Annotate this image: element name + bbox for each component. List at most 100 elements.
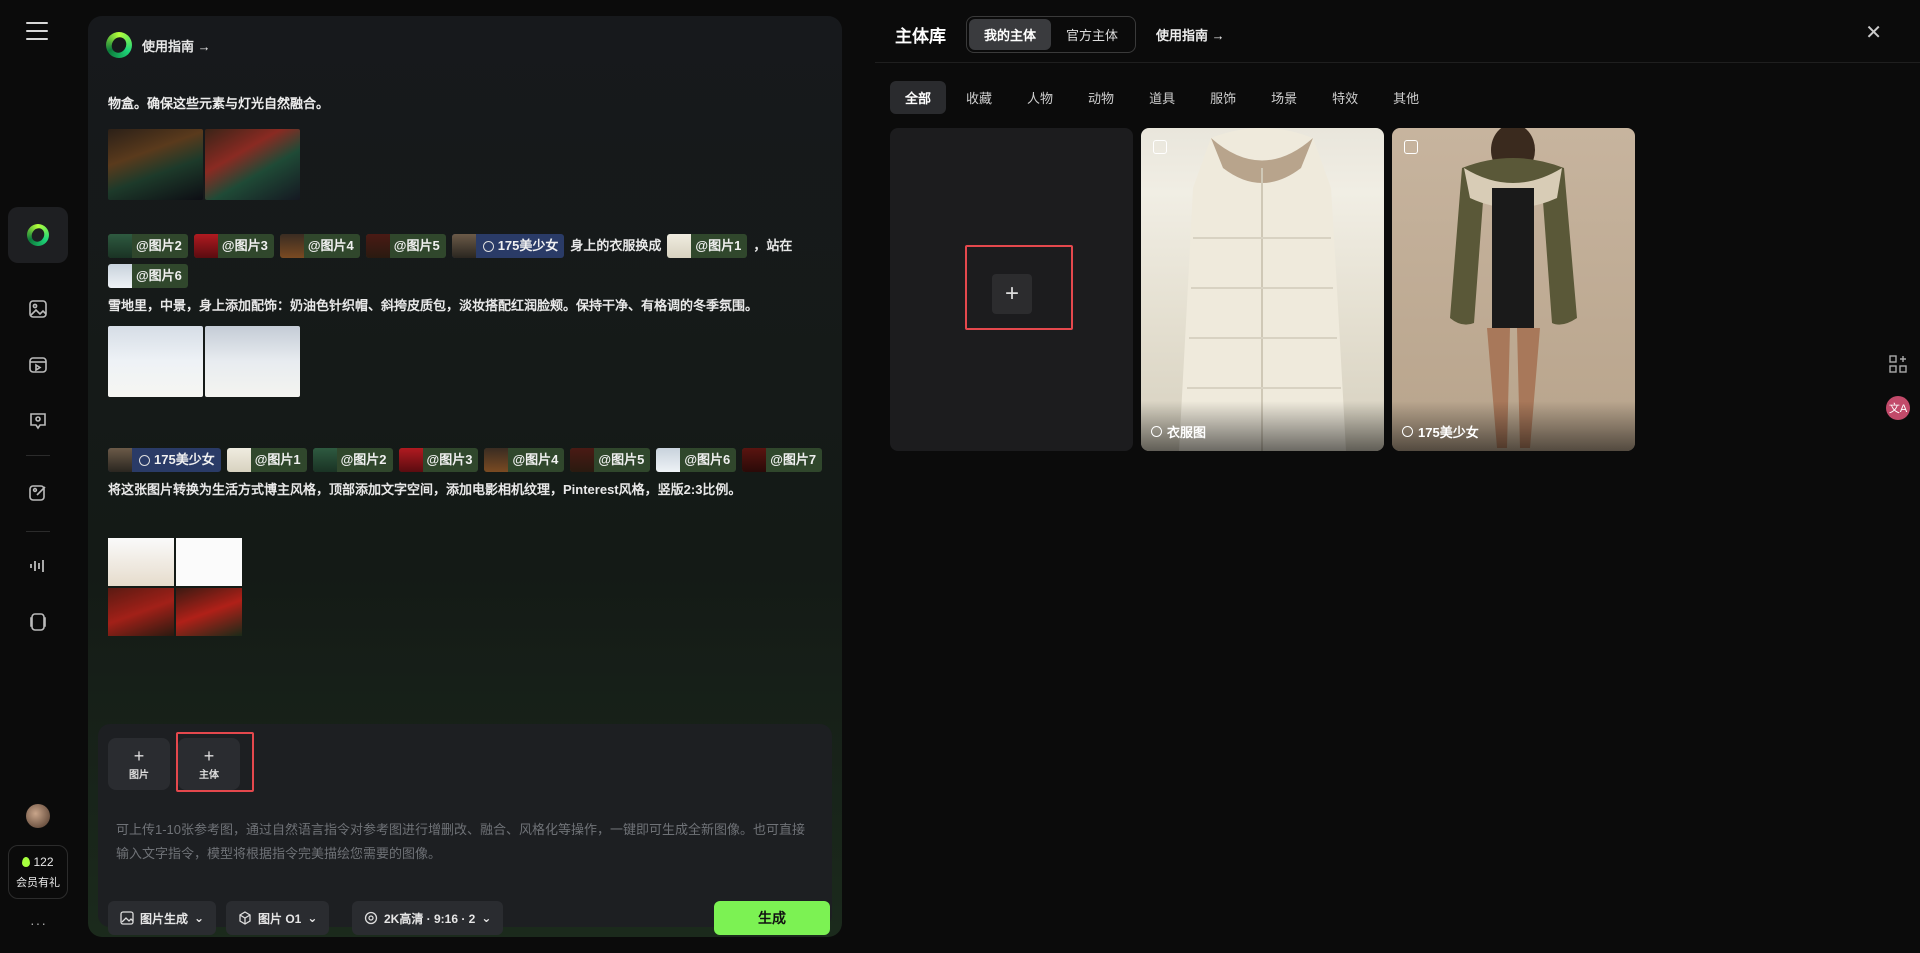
left-rail: 122 会员有礼 ···	[0, 0, 76, 953]
library-guide-link[interactable]: 使用指南 →	[1156, 25, 1225, 44]
divider	[26, 455, 50, 456]
nav-assets-icon[interactable]	[26, 610, 50, 634]
image-ref-chip[interactable]: @图片1	[226, 448, 307, 472]
subject-ref-chip[interactable]: 175美少女	[108, 448, 221, 472]
image-ref-chip[interactable]: @图片3	[193, 234, 274, 258]
select-checkbox[interactable]	[1153, 140, 1167, 154]
composer: + 图片 + 主体 可上传1-10张参考图，通过自然语言指令对参考图进行增删改、…	[98, 724, 832, 935]
app-logo-icon	[27, 224, 49, 246]
image-ref-chip[interactable]: @图片5	[570, 448, 651, 472]
result-image[interactable]	[108, 588, 174, 636]
category-tabs: 全部 收藏 人物 动物 道具 服饰 场景 特效 其他	[890, 81, 1434, 114]
result-image[interactable]	[108, 129, 203, 200]
layout-add-icon[interactable]	[1886, 352, 1910, 376]
category-effects[interactable]: 特效	[1317, 81, 1373, 114]
app-logo-icon	[106, 32, 132, 58]
tab-official-subjects[interactable]: 官方主体	[1051, 19, 1133, 50]
result-image[interactable]	[108, 326, 203, 397]
nav-audio-icon[interactable]	[26, 554, 50, 578]
result-image[interactable]	[205, 129, 300, 200]
settings-select[interactable]: 2K高清 · 9:16 · 2 ⌄	[352, 901, 504, 935]
translate-icon[interactable]: 文A	[1886, 396, 1910, 420]
prompt-text: 身上的衣服换成	[570, 238, 662, 253]
category-favorites[interactable]: 收藏	[951, 81, 1007, 114]
subject-card[interactable]: 衣服图	[1141, 128, 1384, 451]
image-ref-chip[interactable]: @图片4	[484, 448, 565, 472]
nav-avatar-icon[interactable]	[26, 409, 50, 433]
category-people[interactable]: 人物	[1012, 81, 1068, 114]
prompt-text: 将这张图片转换为生活方式博主风格，顶部添加文字空间，添加电影相机纹理，Pinte…	[108, 482, 742, 497]
image-ref-chip[interactable]: @图片6	[108, 264, 188, 288]
select-checkbox[interactable]	[1404, 140, 1418, 154]
result-image[interactable]	[205, 326, 300, 397]
divider	[875, 62, 1920, 63]
prompt-line: 175美少女 @图片1 @图片2 @图片3 @图片4 @图片5 @图片6 @图片…	[108, 448, 824, 502]
result-image[interactable]	[176, 538, 242, 586]
generate-button[interactable]: 生成	[714, 901, 830, 935]
prompt-input[interactable]: 可上传1-10张参考图，通过自然语言指令对参考图进行增删改、融合、风格化等操作，…	[116, 818, 816, 866]
result-thumbnails	[108, 326, 300, 397]
image-ref-chip[interactable]: @图片3	[398, 448, 479, 472]
subject-icon	[1151, 426, 1162, 437]
prompt-text: ，站在	[753, 238, 793, 253]
result-grid	[108, 538, 242, 636]
image-ref-chip[interactable]: @图片2	[312, 448, 393, 472]
add-image-button[interactable]: + 图片	[108, 738, 170, 790]
image-ref-chip[interactable]: @图片5	[365, 234, 446, 258]
cube-icon	[239, 911, 251, 925]
category-props[interactable]: 道具	[1134, 81, 1190, 114]
prompt-text: 雪地里，中景，身上添加配饰：奶油色针织帽、斜挎皮质包，淡妆搭配红润脸颊。保持干净…	[108, 298, 759, 313]
subject-ref-chip[interactable]: 175美少女	[451, 234, 565, 258]
subject-label: 175美少女	[1418, 425, 1479, 440]
result-image[interactable]	[176, 588, 242, 636]
nav-image-icon[interactable]	[26, 297, 50, 321]
plus-icon[interactable]: +	[992, 274, 1032, 314]
chevron-down-icon: ⌄	[481, 911, 492, 925]
image-ref-chip[interactable]: @图片2	[108, 234, 188, 258]
prompt-line: @图片2 @图片3 @图片4 @图片5 175美少女 身上的衣服换成 @图片1 …	[108, 234, 824, 318]
credits-badge[interactable]: 122 会员有礼	[8, 845, 68, 899]
subject-icon	[1402, 426, 1413, 437]
image-ref-chip[interactable]: @图片1	[667, 234, 748, 258]
add-subject-button[interactable]: + 主体	[178, 738, 240, 790]
subject-icon	[139, 454, 150, 466]
member-gift-label: 会员有礼	[16, 876, 60, 889]
close-icon[interactable]: ✕	[1865, 20, 1882, 45]
category-animals[interactable]: 动物	[1073, 81, 1129, 114]
menu-icon[interactable]	[26, 22, 48, 40]
library-title: 主体库	[895, 27, 946, 46]
subject-library-panel: 主体库 我的主体 官方主体 使用指南 → ✕ 全部 收藏 人物 动物 道具 服饰…	[875, 0, 1920, 953]
nav-item-home[interactable]	[8, 207, 68, 263]
category-scenes[interactable]: 场景	[1256, 81, 1312, 114]
more-icon[interactable]: ···	[30, 915, 47, 931]
plus-icon: +	[133, 745, 145, 766]
image-ref-chip[interactable]: @图片4	[279, 234, 360, 258]
category-all[interactable]: 全部	[890, 81, 947, 114]
guide-link[interactable]: 使用指南 →	[142, 36, 211, 55]
avatar[interactable]	[26, 804, 50, 828]
nav-video-icon[interactable]	[26, 353, 50, 377]
model-select[interactable]: 图片 O1 ⌄	[226, 901, 330, 935]
subject-label: 衣服图	[1167, 425, 1207, 440]
chat-panel: 使用指南 → 物盒。确保这些元素与灯光自然融合。 @图片2 @图片3 @图片4 …	[88, 16, 842, 937]
divider	[26, 531, 50, 532]
category-other[interactable]: 其他	[1378, 81, 1434, 114]
tab-my-subjects[interactable]: 我的主体	[969, 19, 1052, 50]
category-apparel[interactable]: 服饰	[1195, 81, 1251, 114]
subject-card[interactable]: 175美少女	[1392, 128, 1635, 451]
credit-count: 122	[33, 854, 54, 869]
add-subject-card[interactable]: +	[890, 128, 1133, 451]
result-image[interactable]	[108, 538, 174, 586]
message-text: 物盒。确保这些元素与灯光自然融合。	[108, 96, 330, 111]
chevron-down-icon: ⌄	[307, 911, 318, 925]
credit-drop-icon	[22, 856, 31, 867]
image-icon	[120, 911, 134, 925]
plus-icon: +	[203, 745, 215, 766]
mode-select[interactable]: 图片生成 ⌄	[108, 901, 217, 935]
library-tabs: 我的主体 官方主体	[966, 16, 1137, 53]
chevron-down-icon: ⌄	[194, 911, 205, 925]
nav-edit-icon[interactable]	[26, 481, 50, 505]
result-thumbnails	[108, 129, 300, 200]
image-ref-chip[interactable]: @图片7	[742, 448, 823, 472]
image-ref-chip[interactable]: @图片6	[656, 448, 737, 472]
